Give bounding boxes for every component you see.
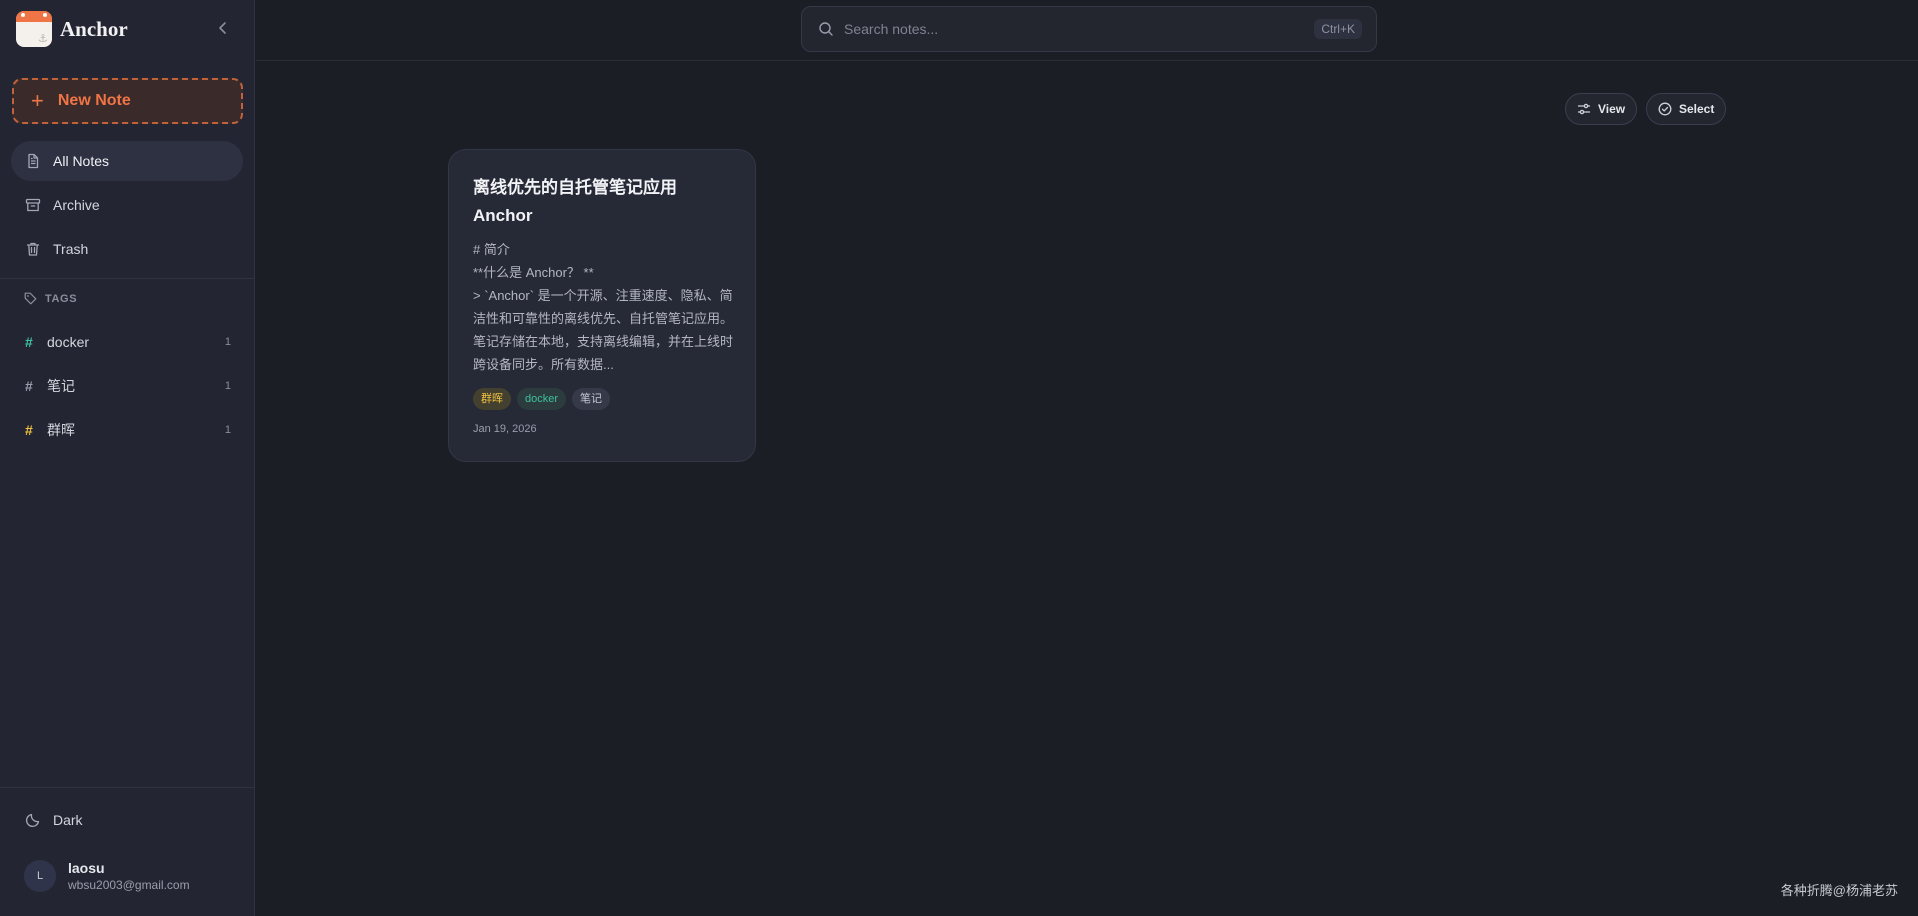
nav-item-label: Trash — [53, 241, 89, 257]
tag-icon — [24, 292, 37, 305]
collapse-sidebar-chevron-icon[interactable] — [216, 18, 230, 38]
tag-count: 1 — [224, 336, 231, 348]
theme-toggle[interactable]: Dark — [11, 800, 243, 840]
check-circle-icon — [1658, 102, 1672, 116]
note-preview-line: # 简介 — [473, 242, 510, 257]
tag-count: 1 — [224, 380, 231, 392]
archive-box-icon — [25, 197, 41, 213]
watermark: 各种折腾@杨浦老苏 — [1780, 883, 1898, 898]
note-tag-chip[interactable]: 笔记 — [572, 388, 611, 410]
select-button[interactable]: Select — [1646, 93, 1727, 125]
note-preview-line: > `Anchor` 是一个开源、注重速度、隐私、简洁性和可靠性的离线优先、自托… — [473, 288, 734, 372]
note-title: 离线优先的自托管笔记应用 Anchor — [473, 178, 677, 225]
avatar: L — [24, 860, 56, 892]
sidebar-divider — [0, 278, 255, 279]
app-logo-icon: ⚓ — [16, 11, 52, 47]
moon-icon — [25, 812, 41, 828]
tag-name: docker — [47, 334, 90, 350]
search-bar[interactable]: Ctrl+K — [801, 6, 1377, 52]
nav-item-label: All Notes — [53, 153, 110, 169]
user-email: wbsu2003@gmail.com — [68, 878, 190, 892]
sliders-icon — [1577, 102, 1591, 116]
brand[interactable]: ⚓ Anchor — [16, 11, 128, 47]
tag-item-notes[interactable]: # 笔记 1 — [11, 369, 243, 403]
user-profile[interactable]: L laosu wbsu2003@gmail.com — [24, 860, 190, 892]
note-date: Jan 19, 2026 — [473, 423, 537, 435]
new-note-button[interactable]: + New Note — [12, 78, 243, 124]
hash-icon: # — [25, 422, 33, 438]
nav-item-all-notes[interactable]: All Notes — [11, 141, 243, 181]
note-tag-chip[interactable]: docker — [517, 388, 567, 410]
nav-item-archive[interactable]: Archive — [11, 185, 243, 225]
sidebar-divider — [0, 787, 255, 788]
note-preview-line: **什么是 Anchor？ ** — [473, 265, 594, 280]
note-tag-chip[interactable]: 群晖 — [473, 388, 511, 410]
shortcut-hint: Ctrl+K — [1314, 19, 1362, 39]
tags-heading: TAGS — [24, 292, 77, 305]
tag-count: 1 — [224, 424, 231, 436]
nav-item-label: Archive — [53, 197, 100, 213]
app-name: Anchor — [60, 16, 128, 41]
note-tags: 群晖 docker 笔记 — [473, 388, 616, 410]
tag-item-synology[interactable]: # 群晖 1 — [11, 413, 243, 447]
file-text-icon — [25, 153, 41, 169]
view-button[interactable]: View — [1565, 93, 1638, 125]
hash-icon: # — [25, 378, 33, 394]
nav-item-trash[interactable]: Trash — [11, 229, 243, 269]
user-name: laosu — [68, 860, 105, 876]
theme-label: Dark — [53, 812, 83, 828]
view-label: View — [1598, 102, 1626, 116]
plus-icon: + — [31, 88, 44, 113]
note-card[interactable]: 离线优先的自托管笔记应用 Anchor # 简介 **什么是 Anchor？ *… — [448, 149, 756, 462]
search-icon — [818, 21, 834, 37]
top-bar: Ctrl+K — [256, 0, 1918, 61]
tag-name: 笔记 — [47, 378, 75, 394]
sidebar: ⚓ Anchor + New Note All Notes Archive Tr… — [0, 0, 255, 916]
new-note-label: New Note — [57, 92, 131, 109]
select-label: Select — [1679, 102, 1715, 116]
search-input[interactable] — [844, 21, 1315, 37]
hash-icon: # — [25, 334, 33, 350]
tag-item-docker[interactable]: # docker 1 — [11, 325, 243, 359]
tag-name: 群晖 — [47, 422, 75, 438]
trash-icon — [25, 241, 41, 257]
note-preview: # 简介 **什么是 Anchor？ ** > `Anchor` 是一个开源、注… — [473, 238, 735, 376]
